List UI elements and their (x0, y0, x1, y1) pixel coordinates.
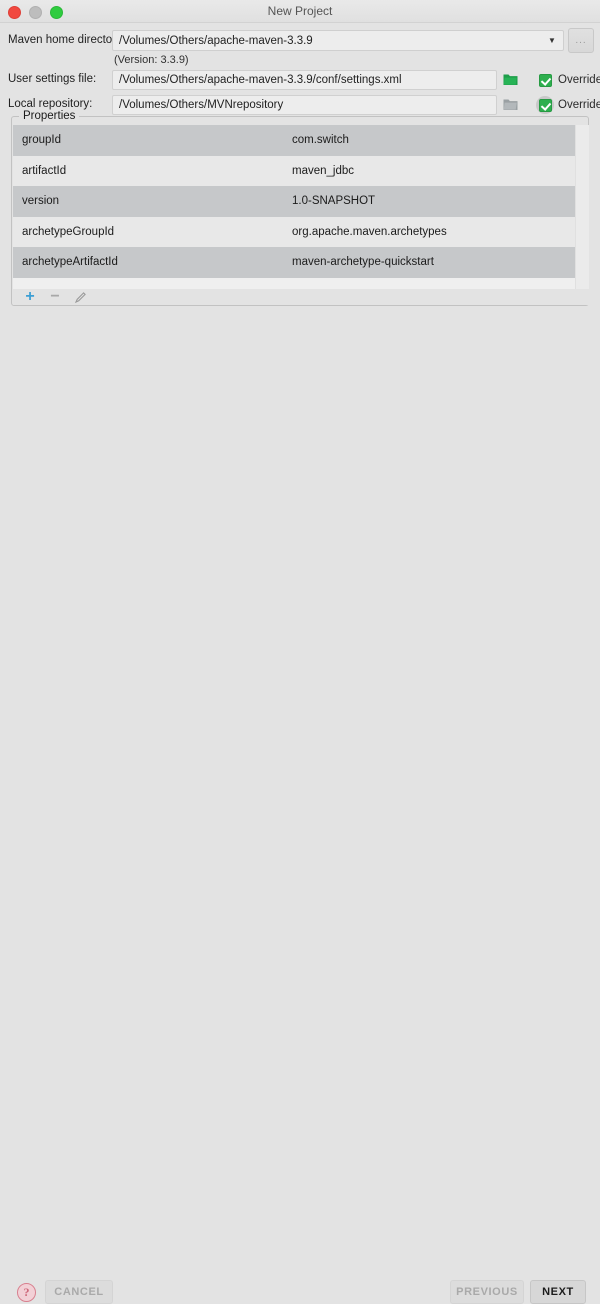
property-key: artifactId (22, 164, 67, 177)
property-value: maven-archetype-quickstart (292, 256, 434, 269)
property-key: version (22, 195, 60, 208)
maven-home-value: /Volumes/Others/apache-maven-3.3.9 (119, 34, 313, 47)
table-row[interactable]: archetypeArtifactId maven-archetype-quic… (13, 247, 589, 278)
help-button[interactable]: ? (17, 1283, 36, 1302)
pencil-icon[interactable] (73, 290, 87, 304)
window-title: New Project (267, 4, 333, 18)
properties-table[interactable]: groupId com.switch artifactId maven_jdbc… (13, 125, 589, 289)
property-key: archetypeGroupId (22, 225, 115, 238)
property-value: 1.0-SNAPSHOT (292, 195, 376, 208)
maven-home-label: Maven home directory: (8, 34, 125, 46)
maven-home-browse-button[interactable]: ... (568, 28, 594, 53)
property-value: org.apache.maven.archetypes (292, 225, 447, 238)
user-settings-override-checkbox[interactable]: Override (536, 71, 600, 89)
property-key: archetypeArtifactId (22, 256, 118, 269)
local-repository-label: Local repository: (8, 98, 93, 110)
chevron-down-icon[interactable]: ▼ (541, 36, 563, 45)
window-title-bar: New Project (0, 0, 600, 23)
maven-version-note: (Version: 3.3.9) (114, 54, 189, 66)
maven-home-combobox[interactable]: /Volumes/Others/apache-maven-3.3.9 ▼ (112, 30, 564, 51)
maven-home-row: Maven home directory: /Volumes/Others/ap… (0, 26, 600, 54)
folder-icon[interactable] (503, 73, 518, 86)
checkmark-icon (538, 98, 552, 112)
next-button[interactable]: NEXT (530, 1280, 586, 1304)
user-settings-override-label: Override (558, 74, 600, 86)
user-settings-row: User settings file: /Volumes/Others/apac… (0, 70, 600, 92)
maven-settings-form: Maven home directory: /Volumes/Others/ap… (0, 22, 600, 115)
local-repository-row: Local repository: /Volumes/Others/MVNrep… (0, 95, 600, 117)
table-row[interactable]: artifactId maven_jdbc (13, 155, 589, 186)
checkbox-box[interactable] (536, 71, 554, 89)
property-value: com.switch (292, 134, 349, 147)
checkmark-icon (538, 73, 552, 87)
add-property-button[interactable]: + (23, 289, 37, 305)
properties-groupbox: Properties groupId com.switch artifactId… (11, 110, 589, 306)
local-repository-input[interactable]: /Volumes/Others/MVNrepository (112, 95, 497, 115)
table-scrollbar[interactable] (575, 125, 589, 289)
checkbox-box[interactable] (536, 96, 554, 114)
properties-title: Properties (19, 110, 80, 122)
user-settings-label: User settings file: (8, 73, 97, 85)
previous-button[interactable]: PREVIOUS (450, 1280, 524, 1304)
local-repository-override-checkbox[interactable]: Override (536, 96, 600, 114)
dialog-footer: ? CANCEL PREVIOUS NEXT (0, 635, 600, 1304)
folder-icon (503, 98, 518, 111)
cancel-button[interactable]: CANCEL (45, 1280, 113, 1304)
property-value: maven_jdbc (292, 164, 355, 177)
properties-toolbar: + − (13, 289, 589, 305)
table-row[interactable]: version 1.0-SNAPSHOT (13, 186, 589, 217)
remove-property-button[interactable]: − (48, 289, 62, 305)
table-row[interactable]: groupId com.switch (13, 125, 589, 156)
local-repository-override-label: Override (558, 99, 600, 111)
user-settings-input[interactable]: /Volumes/Others/apache-maven-3.3.9/conf/… (112, 70, 497, 90)
property-key: groupId (22, 134, 62, 147)
table-row[interactable]: archetypeGroupId org.apache.maven.archet… (13, 216, 589, 247)
